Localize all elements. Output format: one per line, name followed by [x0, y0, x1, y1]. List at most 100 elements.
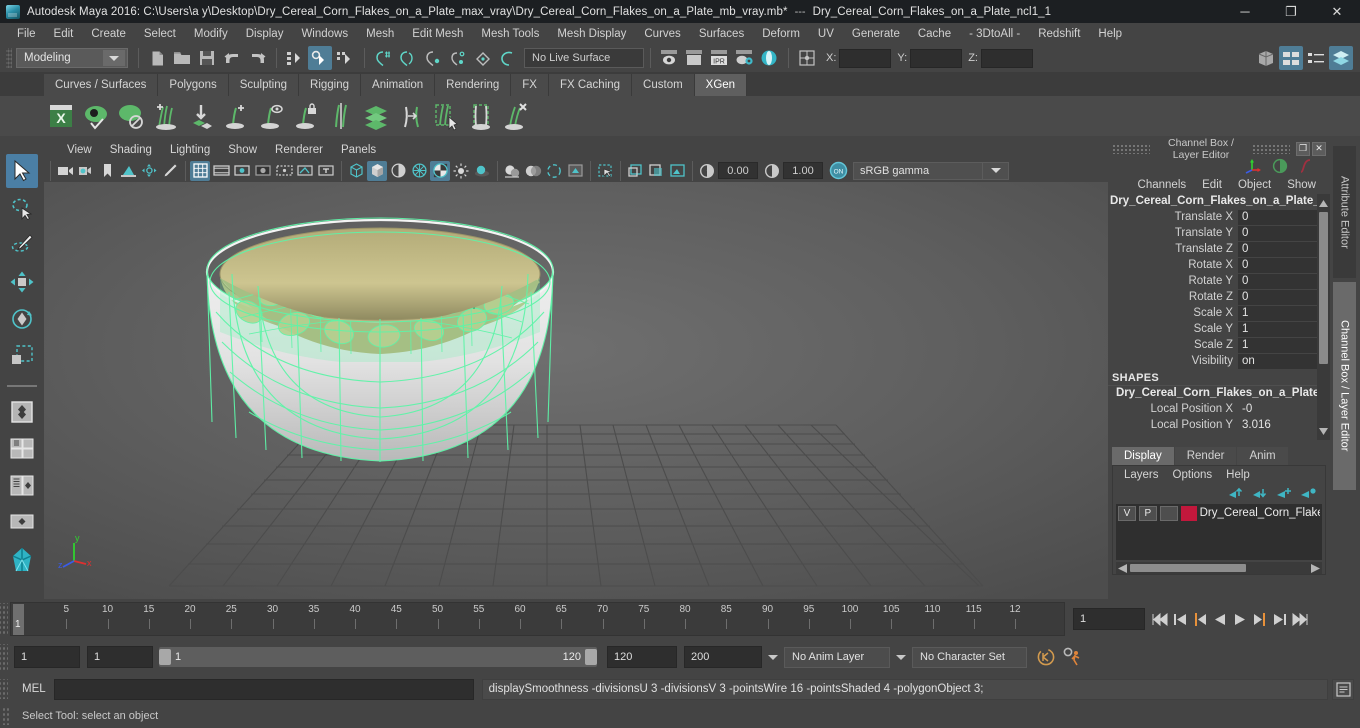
select-camera-icon[interactable]: [55, 161, 75, 181]
range-slider-control[interactable]: 1 120: [159, 647, 597, 667]
channel-box-menu-object[interactable]: Object: [1230, 178, 1279, 192]
open-scene-icon[interactable]: [170, 46, 194, 70]
rotate-tool[interactable]: [6, 302, 38, 336]
shelf-tab-custom[interactable]: Custom: [632, 74, 695, 96]
close-button[interactable]: ✕: [1314, 0, 1360, 23]
layer-tab-anim[interactable]: Anim: [1237, 447, 1288, 465]
step-back-keyframe-icon[interactable]: [1171, 609, 1189, 629]
anim-layer-field[interactable]: No Anim Layer: [784, 646, 890, 668]
ipr-render-icon[interactable]: IPR: [707, 46, 731, 70]
play-backwards-icon[interactable]: [1211, 609, 1229, 629]
menu-item-cache[interactable]: Cache: [909, 26, 960, 42]
render-settings-icon[interactable]: [732, 46, 756, 70]
render-sequence-icon[interactable]: [682, 46, 706, 70]
select-hierarchy-icon[interactable]: [283, 46, 307, 70]
menu-set-selector[interactable]: Modeling: [16, 48, 128, 68]
transform-fields-icon[interactable]: [795, 46, 819, 70]
statusbar-grip[interactable]: [6, 48, 12, 68]
step-forward-frame-icon[interactable]: [1251, 609, 1269, 629]
command-line-grip[interactable]: [0, 679, 8, 699]
gamma-icon[interactable]: [762, 161, 782, 181]
go-to-start-icon[interactable]: [1151, 609, 1169, 629]
layer-menu-options[interactable]: Options: [1166, 468, 1220, 482]
maya-paint-effects-icon[interactable]: [6, 543, 38, 577]
layer-playback-toggle[interactable]: P: [1138, 505, 1157, 521]
viewport-menu-shading[interactable]: Shading: [101, 143, 161, 157]
xgen-add-guide-icon[interactable]: [219, 99, 253, 133]
scroll-up-icon[interactable]: [1317, 196, 1330, 210]
viewport-menu-renderer[interactable]: Renderer: [266, 143, 332, 157]
channel-box-layer-editor-icon[interactable]: [1329, 46, 1353, 70]
scroll-down-icon[interactable]: [1317, 424, 1330, 438]
snap-projected-center-icon[interactable]: [446, 46, 470, 70]
new-layer-from-selected-icon[interactable]: [1300, 487, 1317, 500]
animation-start-time-field[interactable]: 1: [14, 646, 80, 668]
select-component-icon[interactable]: [333, 46, 357, 70]
channel-label[interactable]: Scale X: [1108, 307, 1238, 319]
shelf-tab-polygons[interactable]: Polygons: [158, 74, 229, 96]
wireframe-icon[interactable]: [346, 161, 366, 181]
scroll-left-icon[interactable]: [1118, 563, 1128, 573]
channel-box-menu-channels[interactable]: Channels: [1130, 178, 1195, 192]
color-management-toggle[interactable]: ON: [828, 161, 848, 181]
hypershade-icon[interactable]: [757, 46, 781, 70]
shelf-tab-fx[interactable]: FX: [511, 74, 549, 96]
screen-space-ao-icon[interactable]: [502, 161, 522, 181]
menu-item-edit-mesh[interactable]: Edit Mesh: [403, 26, 472, 42]
shelf-tab-rendering[interactable]: Rendering: [435, 74, 512, 96]
motion-blur-icon[interactable]: [523, 161, 543, 181]
menu-item-windows[interactable]: Windows: [292, 26, 357, 42]
menu-item-redshift[interactable]: Redshift: [1029, 26, 1089, 42]
persp-graph-layout[interactable]: [6, 469, 38, 503]
chevron-down-icon[interactable]: [103, 50, 125, 66]
xgen-preview-icon[interactable]: [79, 99, 113, 133]
menu-item-display[interactable]: Display: [237, 26, 293, 42]
xgen-delete-guide-icon[interactable]: [499, 99, 533, 133]
menu-item-deform[interactable]: Deform: [753, 26, 809, 42]
go-to-end-icon[interactable]: [1291, 609, 1309, 629]
layer-visibility-toggle[interactable]: V: [1118, 505, 1136, 521]
time-slider-track[interactable]: 1 5 10 15 20 25 30 35 40 45 50 55 60 65 70 75 80 85 90 95 1…: [10, 602, 1065, 636]
xgen-add-density-icon[interactable]: [149, 99, 183, 133]
xgen-clump-icon[interactable]: [394, 99, 428, 133]
viewport-menu-lighting[interactable]: Lighting: [161, 143, 219, 157]
transform-manip-icon[interactable]: [1244, 158, 1262, 174]
layer-color-swatch[interactable]: [1180, 505, 1197, 521]
camera-attributes-icon[interactable]: [76, 161, 96, 181]
channel-label[interactable]: Local Position Y: [1108, 419, 1238, 431]
minimize-button[interactable]: ─: [1222, 0, 1268, 23]
layer-tab-render[interactable]: Render: [1174, 447, 1237, 465]
channel-label[interactable]: Scale Z: [1108, 339, 1238, 351]
new-scene-icon[interactable]: [145, 46, 169, 70]
panel-grip-right[interactable]: [1252, 143, 1290, 154]
coord-x-input[interactable]: [839, 48, 892, 68]
exposure-input[interactable]: 0.00: [718, 162, 758, 179]
shelf-tab-curves-surfaces[interactable]: Curves / Surfaces: [44, 74, 159, 96]
layer-menu-help[interactable]: Help: [1219, 468, 1257, 482]
menu-item-help[interactable]: Help: [1089, 26, 1131, 42]
shadows-icon[interactable]: [472, 161, 492, 181]
viewport-menu-panels[interactable]: Panels: [332, 143, 385, 157]
channel-label[interactable]: Translate Y: [1108, 227, 1238, 239]
attribute-editor-icon[interactable]: [1279, 46, 1303, 70]
scale-tool[interactable]: [6, 339, 38, 373]
move-tool[interactable]: [6, 265, 38, 299]
step-back-frame-icon[interactable]: [1191, 609, 1209, 629]
maximize-button[interactable]: ❐: [1268, 0, 1314, 23]
new-layer-icon[interactable]: [1276, 487, 1293, 500]
channel-label[interactable]: Rotate X: [1108, 259, 1238, 271]
render-current-frame-icon[interactable]: [657, 46, 681, 70]
select-tool[interactable]: [6, 154, 38, 188]
menu-item-uv[interactable]: UV: [809, 26, 843, 42]
menu-item-3dtoall[interactable]: - 3DtoAll -: [960, 26, 1029, 42]
channel-box-scroll-thumb[interactable]: [1319, 212, 1328, 364]
xgen-lock-guide-icon[interactable]: [289, 99, 323, 133]
four-view-layout[interactable]: [6, 395, 38, 429]
viewport-menu-show[interactable]: Show: [219, 143, 266, 157]
menu-item-surfaces[interactable]: Surfaces: [690, 26, 753, 42]
film-origin-icon[interactable]: [274, 161, 294, 181]
menu-item-curves[interactable]: Curves: [635, 26, 689, 42]
hardware-texturing-icon[interactable]: [409, 161, 429, 181]
resolution-gate-icon[interactable]: [232, 161, 252, 181]
bookmark-icon[interactable]: [97, 161, 117, 181]
